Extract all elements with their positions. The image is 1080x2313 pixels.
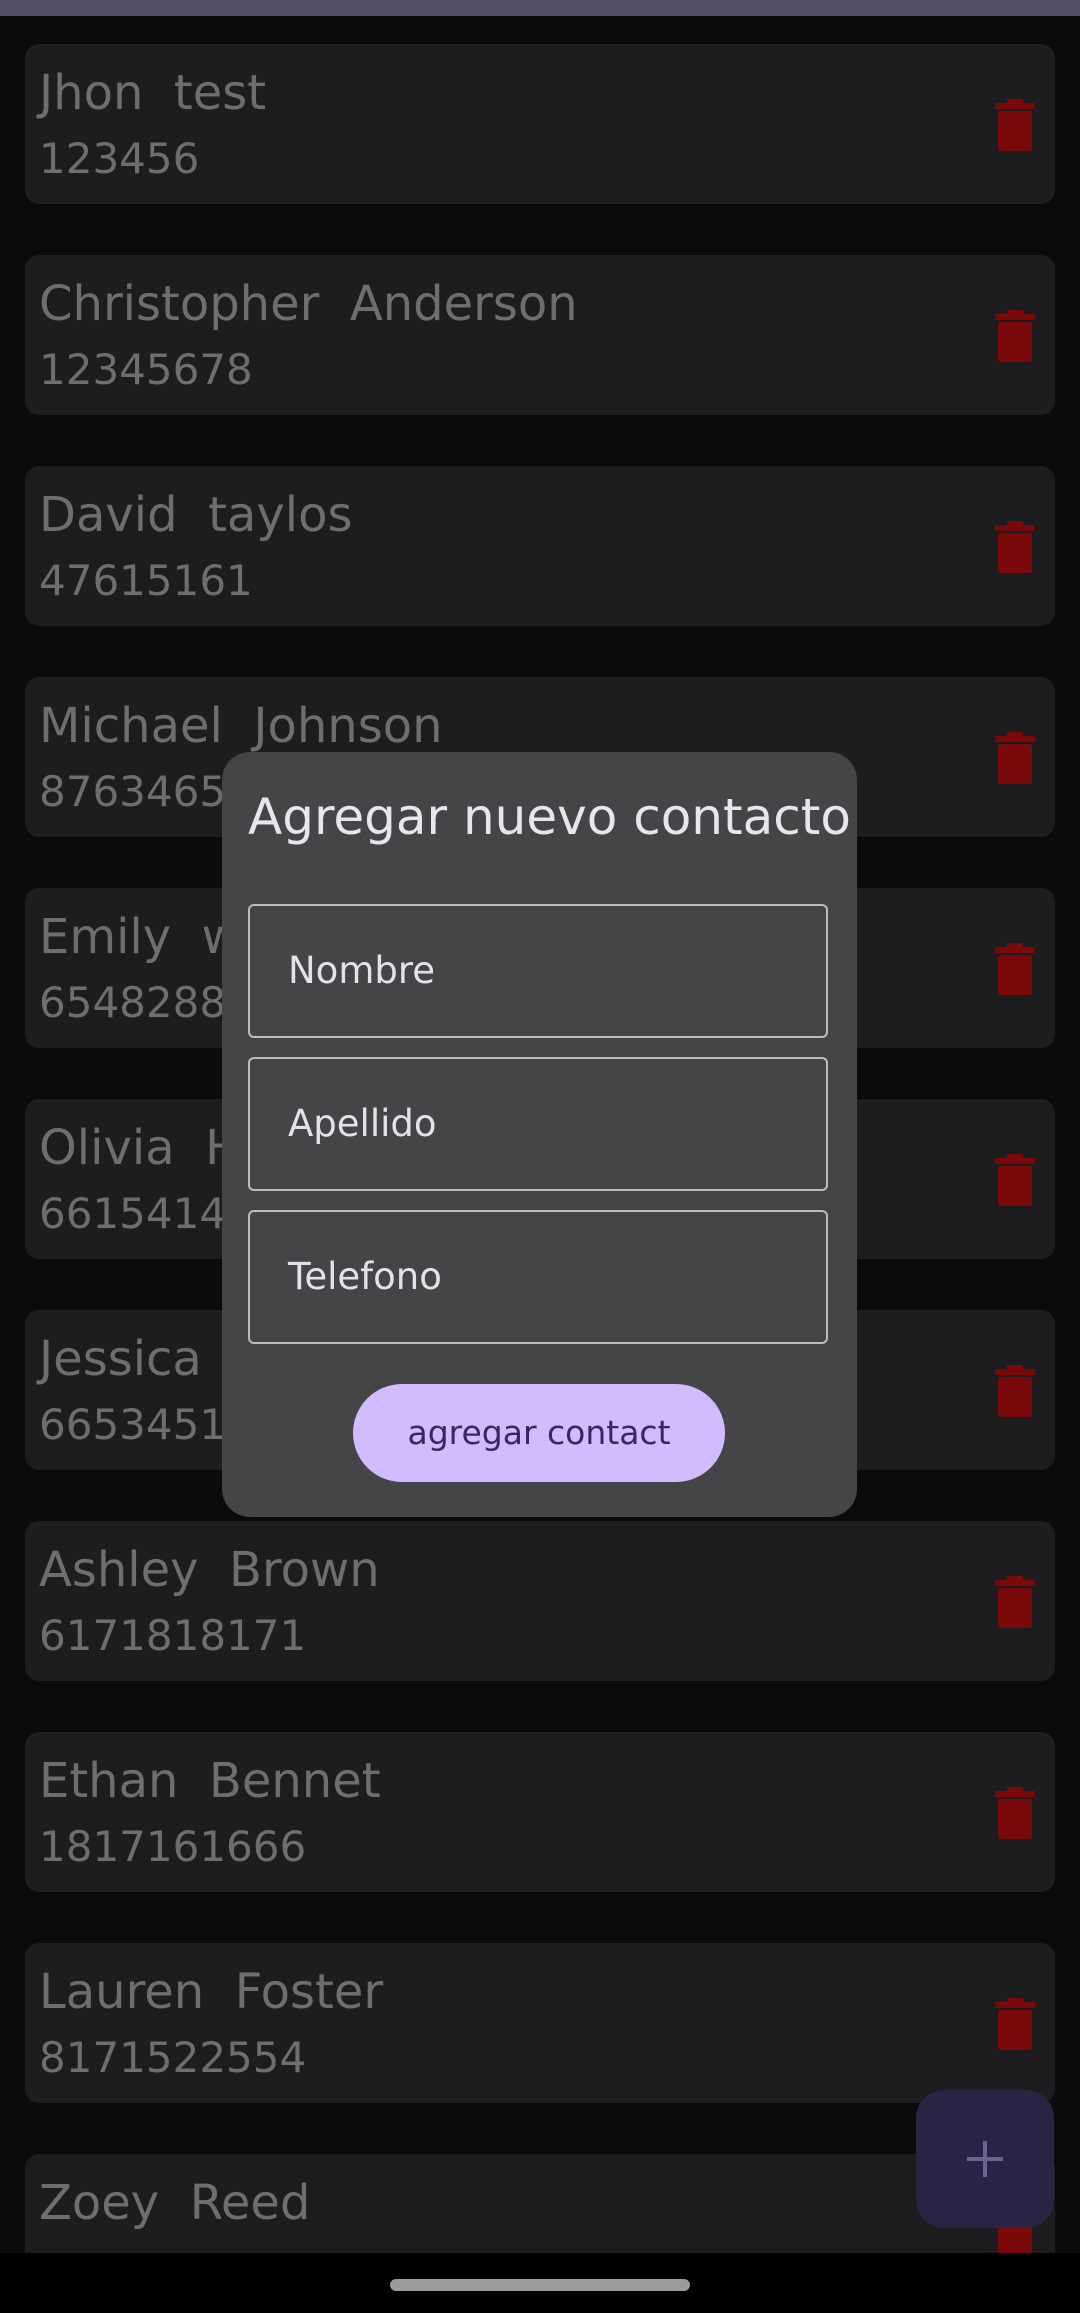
trash-icon [995, 99, 1035, 151]
contact-name: Ashley Brown [39, 1542, 380, 1598]
contact-phone: 8171522554 [39, 2033, 307, 2082]
contact-card[interactable]: David taylos 47615161 [25, 466, 1055, 626]
delete-contact-button[interactable] [993, 1154, 1037, 1206]
apellido-field[interactable]: Apellido [248, 1057, 828, 1191]
contact-phone: 12345678 [39, 345, 253, 394]
trash-icon [995, 1576, 1035, 1628]
trash-icon [995, 1154, 1035, 1206]
navigation-bar [0, 2253, 1080, 2313]
contact-card[interactable]: Lauren Foster 8171522554 [25, 1943, 1055, 2103]
delete-contact-button[interactable] [993, 521, 1037, 573]
contact-name: Olivia H [39, 1120, 242, 1176]
contact-card[interactable]: Jhon test 123456 [25, 44, 1055, 204]
delete-contact-button[interactable] [993, 1787, 1037, 1839]
contact-card[interactable]: Ashley Brown 6171818171 [25, 1521, 1055, 1681]
contact-name: Ethan Bennet [39, 1753, 381, 1809]
delete-contact-button[interactable] [993, 1365, 1037, 1417]
trash-icon [995, 732, 1035, 784]
trash-icon [995, 521, 1035, 573]
contact-phone: 66534516 [39, 1400, 253, 1449]
add-contact-button[interactable]: agregar contact [353, 1384, 725, 1482]
contact-phone: 123456 [39, 134, 200, 183]
app-screen: Jhon test 123456 Christopher Anderson 12… [0, 0, 1080, 2313]
trash-icon [995, 310, 1035, 362]
trash-icon [995, 1365, 1035, 1417]
contact-name: Zoey Reed [39, 2175, 311, 2231]
telefono-field-label: Telefono [288, 1255, 442, 1298]
delete-contact-button[interactable] [993, 943, 1037, 995]
contact-name: Christopher Anderson [39, 276, 578, 332]
dialog-title: Agregar nuevo contacto [248, 788, 851, 846]
apellido-field-label: Apellido [288, 1102, 437, 1145]
contact-name: Michael Johnson [39, 698, 443, 754]
telefono-field[interactable]: Telefono [248, 1210, 828, 1344]
contact-phone: 47615161 [39, 556, 253, 605]
delete-contact-button[interactable] [993, 1998, 1037, 2050]
contact-name: Jhon test [39, 65, 267, 121]
status-bar [0, 0, 1080, 16]
home-gesture-handle[interactable] [390, 2279, 690, 2291]
contact-card[interactable]: Ethan Bennet 1817161666 [25, 1732, 1055, 1892]
contact-name: Lauren Foster [39, 1964, 384, 2020]
contact-card[interactable]: Christopher Anderson 12345678 [25, 255, 1055, 415]
contact-phone: 1817161666 [39, 1822, 307, 1871]
contact-phone: 66154141 [39, 1189, 253, 1238]
trash-icon [995, 943, 1035, 995]
delete-contact-button[interactable] [993, 310, 1037, 362]
nombre-field[interactable]: Nombre [248, 904, 828, 1038]
add-contact-fab[interactable] [916, 2090, 1054, 2228]
delete-contact-button[interactable] [993, 732, 1037, 784]
contact-phone: 65482882 [39, 978, 253, 1027]
contact-name: Jessica [39, 1331, 202, 1387]
trash-icon [995, 1787, 1035, 1839]
add-contact-dialog: Agregar nuevo contacto Nombre Apellido T… [222, 752, 857, 1517]
contact-name: Emily w [39, 909, 241, 965]
contact-phone: 6171818171 [39, 1611, 307, 1660]
delete-contact-button[interactable] [993, 1576, 1037, 1628]
nombre-field-label: Nombre [288, 949, 436, 992]
trash-icon [995, 1998, 1035, 2050]
contact-phone: 87634654 [39, 767, 253, 816]
contact-name: David taylos [39, 487, 353, 543]
plus-icon [967, 2141, 1003, 2177]
delete-contact-button[interactable] [993, 99, 1037, 151]
